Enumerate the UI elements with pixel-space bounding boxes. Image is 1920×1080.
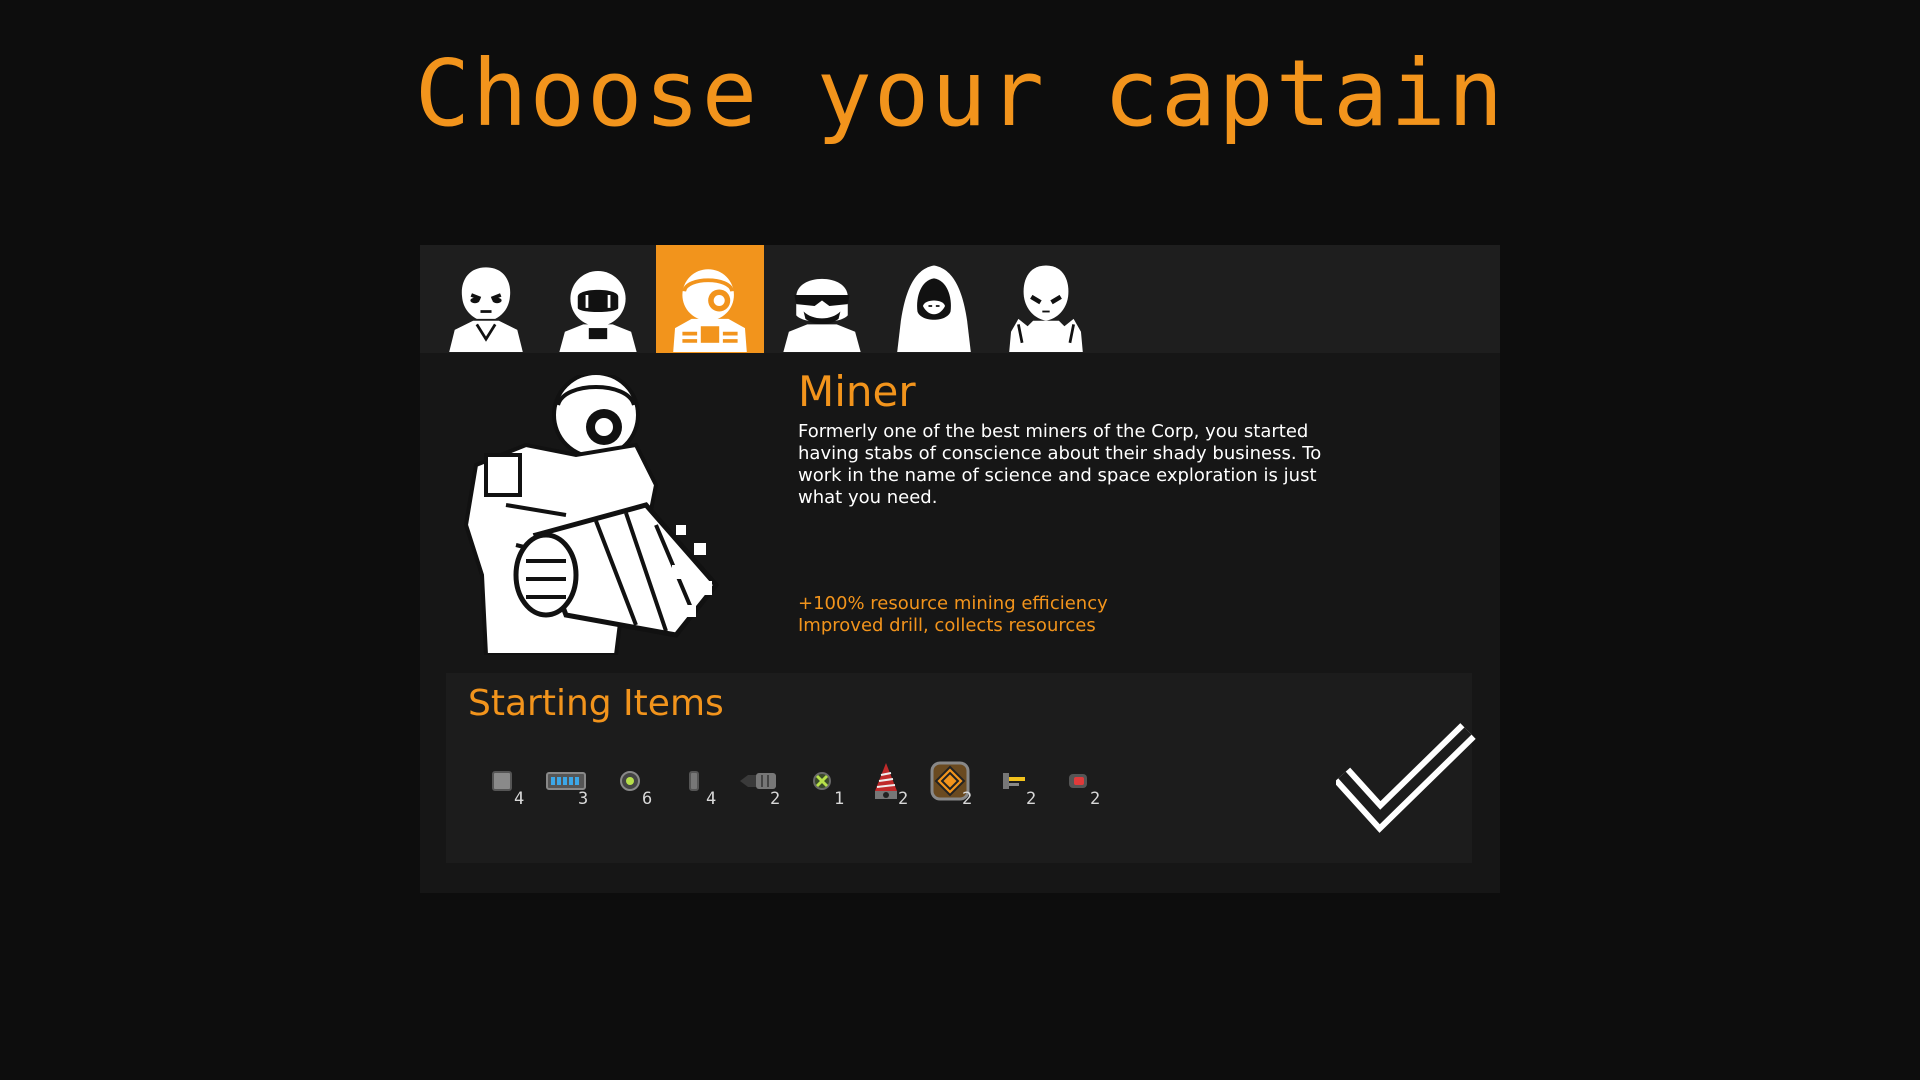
sunglasses-masked-icon: [783, 278, 861, 352]
captain-description: Formerly one of the best miners of the C…: [798, 421, 1322, 508]
captain-select-panel: Miner Formerly one of the best miners of…: [420, 245, 1500, 893]
miner-helmet-icon: [673, 269, 747, 352]
item-count: 4: [706, 789, 717, 809]
item-slot-thruster[interactable]: 2: [732, 761, 796, 817]
captain-portrait-astronaut[interactable]: [544, 245, 652, 353]
astronaut-helmet-icon: [559, 271, 637, 352]
captain-portrait-hooded[interactable]: [880, 245, 988, 353]
perk-mining-efficiency: +100% resource mining efficiency: [798, 593, 1108, 614]
captain-name: Miner: [798, 367, 916, 416]
bald-alien-icon: [1009, 265, 1083, 352]
captain-portrait-miner[interactable]: [656, 245, 764, 353]
item-slot-reactor-core[interactable]: 6: [604, 761, 668, 817]
item-count: 2: [898, 789, 909, 809]
starting-items-panel: Starting Items 4 3 6 4 2 1 2 2 2 2: [446, 673, 1476, 863]
captain-portrait-alien[interactable]: [432, 245, 540, 353]
item-slot-fuel-cell[interactable]: 4: [668, 761, 732, 817]
item-slot-shield-generator[interactable]: 1: [796, 761, 860, 817]
page-title: Choose your captain: [414, 40, 1506, 147]
item-slot-engine-core[interactable]: 2: [924, 761, 988, 817]
item-count: 2: [1026, 789, 1037, 809]
confirm-checkmark-button[interactable]: [1336, 721, 1476, 841]
perk-improved-drill: Improved drill, collects resources: [798, 615, 1096, 636]
captain-portrait-strip: [420, 245, 1500, 353]
item-count: 2: [1090, 789, 1101, 809]
item-slot-turret[interactable]: 2: [988, 761, 1052, 817]
item-count: 1: [834, 789, 845, 809]
captain-perks: +100% resource mining efficiency Improve…: [798, 593, 1108, 637]
captain-portrait-bald-alien[interactable]: [992, 245, 1100, 353]
item-count: 3: [578, 789, 589, 809]
item-slot-drill[interactable]: 2: [860, 761, 924, 817]
item-slot-hull-block[interactable]: 4: [476, 761, 540, 817]
starting-items-title: Starting Items: [468, 683, 724, 724]
item-count: 4: [514, 789, 525, 809]
item-count: 6: [642, 789, 653, 809]
item-count: 2: [770, 789, 781, 809]
item-slot-laser[interactable]: 2: [1052, 761, 1116, 817]
hooded-figure-icon: [897, 265, 971, 352]
item-count: 2: [962, 789, 973, 809]
captain-portrait-agent[interactable]: [768, 245, 876, 353]
miner-portrait-art: [446, 375, 726, 655]
item-slot-battery[interactable]: 3: [540, 761, 604, 817]
alien-captain-icon: [449, 267, 523, 352]
